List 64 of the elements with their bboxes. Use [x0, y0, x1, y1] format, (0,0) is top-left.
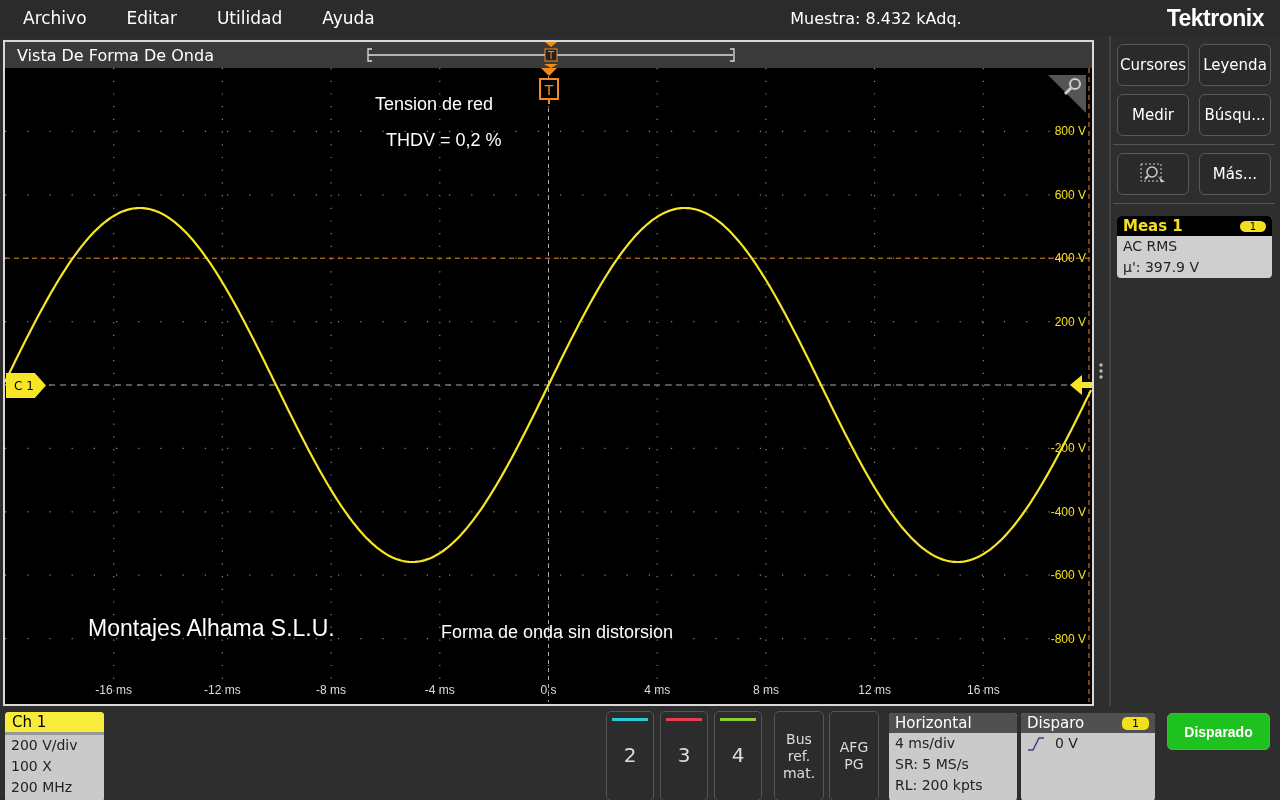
menu-button[interactable]: Bus ref. mat. [774, 711, 824, 800]
rising-edge-icon [1027, 736, 1045, 751]
axis-label: 12 ms [858, 683, 891, 697]
annotation-text: Tension de red [375, 94, 494, 115]
axis-label: 16 ms [966, 683, 1000, 697]
trigger-level: 0 V [1055, 734, 1078, 753]
measurement-name: AC RMS [1122, 237, 1179, 256]
horizontal-setting: RL: 200 kpts [894, 776, 984, 795]
panel-title: Vista De Forma De Onda [17, 45, 214, 65]
menu-item[interactable]: Ayuda [299, 8, 375, 28]
measurement-badge[interactable]: Meas 1 1 AC RMS μ': 397.9 V [1117, 216, 1272, 278]
horizontal-setting: 4 ms/div [894, 734, 957, 753]
axis-label: -16 ms [95, 683, 133, 697]
side-button[interactable]: Búsqu... [1199, 94, 1271, 136]
zoom-box-icon [1139, 162, 1167, 186]
annotation-text: THDV = 0,2 % [386, 130, 502, 151]
channel-title: Ch 1 [5, 712, 104, 735]
trigger-badge[interactable]: Disparo 1 0 V [1021, 713, 1155, 800]
menu-item[interactable]: Utilidad [193, 8, 283, 28]
menu-button[interactable]: AFG PG [829, 711, 879, 800]
record-timeline: T [365, 42, 737, 68]
axis-label: -4 ms [424, 683, 455, 697]
channel-setting: 200 MHz [10, 778, 74, 797]
axis-label: 800 V [1054, 124, 1086, 139]
channel-setting: 100 X [10, 757, 53, 776]
resize-handle[interactable] [1099, 362, 1103, 380]
axis-label: 0 s [540, 683, 557, 697]
axis-label: -800 V [1050, 631, 1086, 646]
measurement-title: Meas 1 [1123, 217, 1183, 235]
menu-item[interactable]: Archivo [0, 8, 87, 28]
axis-label: 600 V [1054, 187, 1086, 202]
side-button[interactable]: Leyenda [1199, 44, 1271, 86]
brand-logo: Tektronix [1166, 4, 1264, 32]
level-arrow-icon[interactable] [1070, 374, 1092, 396]
axis-label: -600 V [1050, 568, 1086, 583]
axis-label: -8 ms [316, 683, 347, 697]
side-button[interactable]: Cursores [1117, 44, 1189, 86]
axis-label: 8 ms [752, 683, 779, 697]
horizontal-title: Horizontal [895, 714, 972, 732]
zoom-icon[interactable] [1048, 75, 1086, 113]
axis-label: 200 V [1054, 314, 1086, 329]
axis-label: -400 V [1050, 504, 1086, 519]
channel-setting: 200 V/div [10, 736, 79, 755]
side-button[interactable]: Medir [1117, 94, 1189, 136]
axis-label: -12 ms [204, 683, 241, 697]
axis-label: 4 ms [644, 683, 671, 697]
axis-label: 400 V [1054, 251, 1086, 266]
channel-button[interactable]: 2 [606, 711, 654, 800]
measurement-value: μ': 397.9 V [1122, 258, 1201, 277]
annotation-text: Montajes Alhama S.L.U. [88, 615, 335, 642]
trigger-title: Disparo [1027, 714, 1085, 732]
horizontal-badge[interactable]: Horizontal 4 ms/div SR: 5 MS/s RL: 200 kpts [889, 713, 1017, 800]
acquisition-status: Muestra: 8.432 kAdq. [790, 8, 962, 28]
channel-button[interactable]: 3 [660, 711, 708, 800]
channel-marker[interactable]: C 1 [6, 373, 46, 398]
zoom-box-button[interactable] [1117, 153, 1189, 195]
channel-button[interactable]: 4 [714, 711, 762, 800]
annotation-text: Forma de onda sin distorsion [441, 622, 674, 643]
side-button[interactable]: Más... [1199, 153, 1271, 195]
menu-item[interactable]: Editar [103, 8, 177, 28]
source-badge: 1 [1239, 220, 1266, 232]
channel-badge[interactable]: Ch 1 200 V/div 100 X 200 MHz [5, 712, 104, 800]
source-badge: 1 [1122, 716, 1149, 730]
horizontal-setting: SR: 5 MS/s [894, 755, 970, 774]
